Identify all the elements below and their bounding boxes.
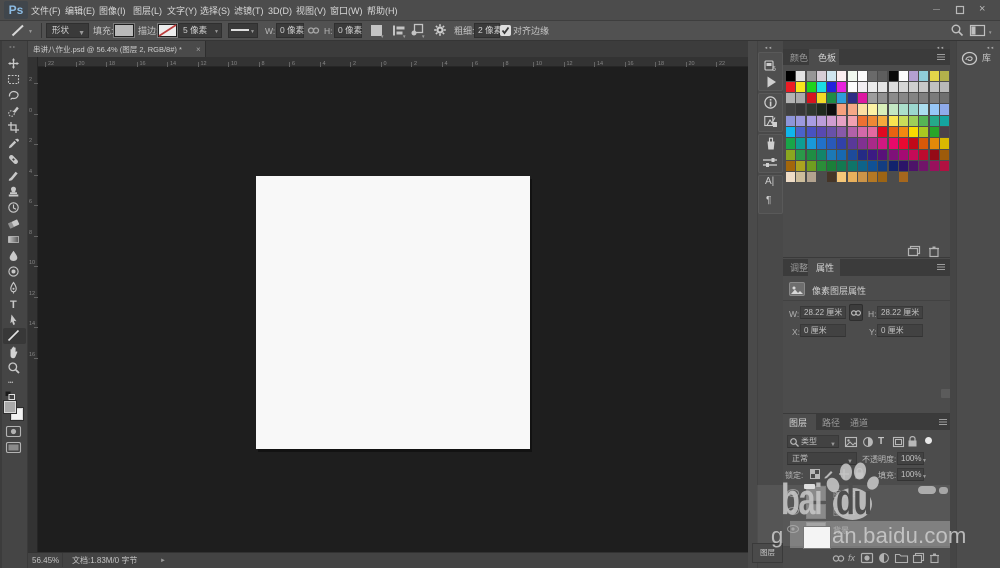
svg-text:5: 5 xyxy=(772,66,776,73)
svg-text:T: T xyxy=(10,299,17,311)
